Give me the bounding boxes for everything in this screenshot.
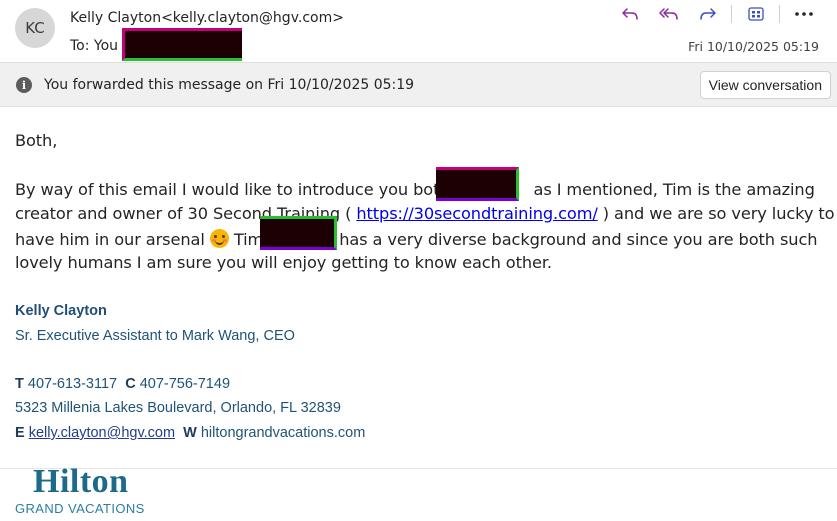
redaction-box (260, 216, 337, 250)
signature-email-link[interactable]: kelly.clayton@hgv.com (29, 425, 175, 441)
body-text-segment: has a very diverse background and since … (339, 230, 818, 249)
redaction-box (122, 28, 242, 61)
body-text-segment: Tim (228, 230, 264, 249)
grand-vacations-logo: GRAND VACATIONS (15, 501, 145, 516)
email-label: E (15, 425, 25, 441)
sender-line: Kelly Clayton<kelly.clayton@hgv.com> (70, 10, 344, 26)
web-label: W (183, 425, 197, 441)
to-label: To: (70, 38, 90, 54)
info-icon: i (16, 77, 32, 93)
website-link[interactable]: https://30secondtraining.com/ (356, 204, 597, 223)
signature-title: Sr. Executive Assistant to Mark Wang, CE… (15, 328, 295, 344)
hilton-logo: Hilton (33, 463, 129, 500)
view-conversation-button[interactable]: View conversation (699, 71, 831, 99)
body-line-1: By way of this email I would like to int… (15, 180, 815, 199)
signature-address: 5323 Millenia Lakes Boulevard, Orlando, … (15, 400, 341, 416)
body-line-2: creator and owner of 30 Second Training … (15, 204, 835, 223)
sender-avatar[interactable]: KC (15, 8, 55, 48)
redaction-box (436, 167, 519, 201)
signature-name: Kelly Clayton (15, 303, 107, 319)
phone-label: T (15, 376, 24, 392)
body-line-3: have him in our arsenal Tim has a very di… (15, 229, 818, 249)
banner-text: You forwarded this message on Fri 10/10/… (44, 77, 415, 93)
body-text-segment: ) and we are so very lucky to (597, 204, 835, 223)
forward-button[interactable] (688, 4, 727, 24)
more-actions-button[interactable] (784, 4, 823, 24)
reply-all-button[interactable] (649, 4, 688, 24)
cell-phone[interactable]: 407-756-7149 (140, 376, 230, 392)
toolbar-separator (779, 5, 780, 23)
signature-contacts: E kelly.clayton@hgv.com W hiltongrandvac… (15, 425, 365, 441)
reply-button[interactable] (610, 4, 649, 24)
message-header: KC Kelly Clayton<kelly.clayton@hgv.com> … (0, 0, 837, 62)
body-line-4: lovely humans I am sure you will enjoy g… (15, 253, 552, 272)
toolbar-separator (731, 5, 732, 23)
body-text-segment: have him in our arsenal (15, 230, 210, 249)
reply-all-icon (658, 8, 678, 20)
body-text-segment: as I mentioned, Tim is the amazing (533, 180, 815, 199)
office-phone[interactable]: 407-613-3117 (28, 376, 117, 392)
apps-icon (747, 7, 764, 21)
sender-name[interactable]: Kelly Clayton (70, 10, 161, 26)
signature-website[interactable]: hiltongrandvacations.com (201, 425, 365, 441)
body-text-segment: By way of this email I would like to int… (15, 180, 450, 199)
recipient-line: To: You (70, 38, 118, 54)
more-icon (794, 12, 813, 16)
reply-icon (621, 8, 638, 20)
forward-icon (699, 8, 716, 20)
to-value[interactable]: You (94, 38, 118, 54)
apps-button[interactable] (736, 4, 775, 24)
sender-email[interactable]: <kelly.clayton@hgv.com> (161, 10, 344, 26)
signature-phones: T 407-613-3117 C 407-756-7149 (15, 376, 230, 392)
greeting: Both, (15, 131, 58, 150)
smiling-face-emoji-icon (209, 229, 229, 248)
message-toolbar (610, 4, 823, 24)
message-date: Fri 10/10/2025 05:19 (688, 39, 819, 54)
cell-label: C (125, 376, 136, 392)
forwarded-banner: i You forwarded this message on Fri 10/1… (0, 62, 837, 107)
